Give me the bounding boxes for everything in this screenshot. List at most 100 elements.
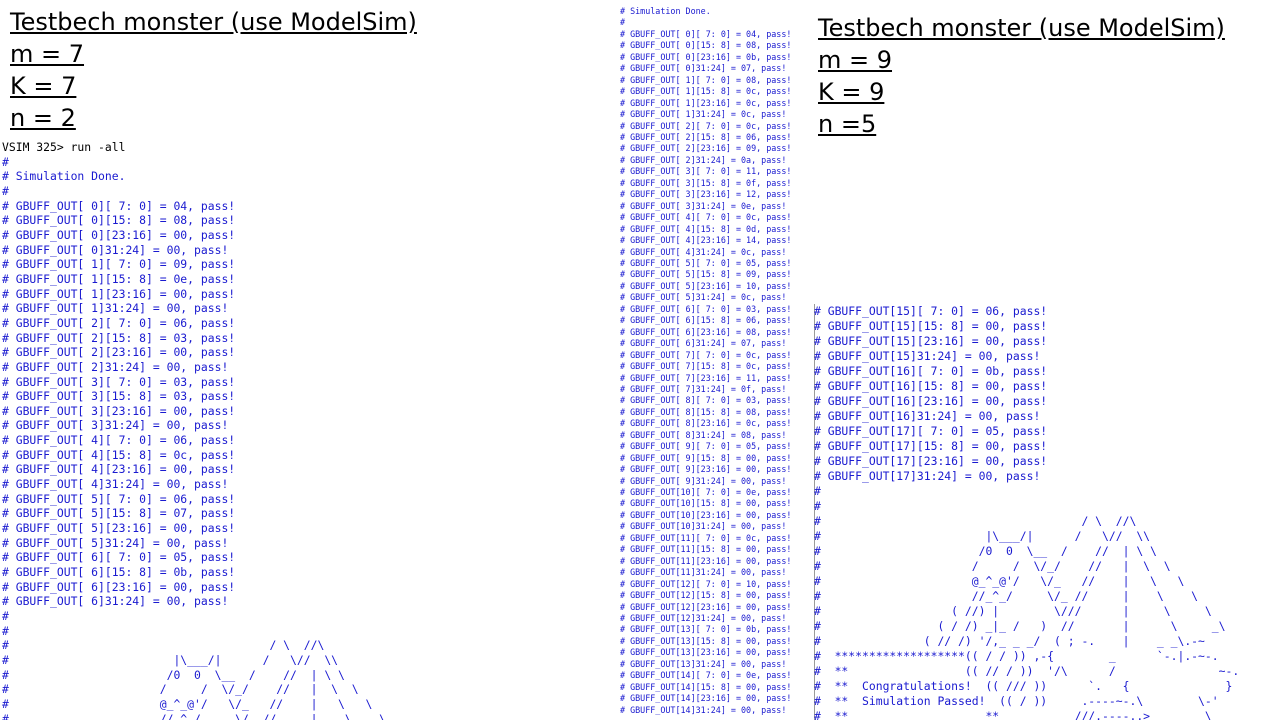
log-line: # GBUFF_OUT[ 9][ 7: 0] = 05, pass! xyxy=(620,441,792,452)
log-line: # GBUFF_OUT[ 1][23:16] = 0c, pass! xyxy=(620,97,792,108)
log-line: # GBUFF_OUT[ 4][15: 8] = 0c, pass! xyxy=(2,447,236,462)
log-line: # GBUFF_OUT[ 1][ 7: 0] = 09, pass! xyxy=(2,257,236,272)
log-line: # GBUFF_OUT[ 2][ 7: 0] = 06, pass! xyxy=(2,315,236,330)
left-testbench-panel: Testbech monster (use ModelSim) m = 7 K … xyxy=(0,0,612,720)
log-line: # GBUFF_OUT[ 3][23:16] = 00, pass! xyxy=(2,403,236,418)
log-line: # GBUFF_OUT[ 0][15: 8] = 08, pass! xyxy=(2,213,236,228)
log-line: # GBUFF_OUT[ 5][23:16] = 10, pass! xyxy=(620,280,792,291)
log-line: # GBUFF_OUT[ 3]31:24] = 0e, pass! xyxy=(620,200,787,211)
log-line: # GBUFF_OUT[12][15: 8] = 00, pass! xyxy=(620,590,792,601)
log-line: # GBUFF_OUT[ 0]31:24] = 07, pass! xyxy=(620,63,787,74)
log-line: # GBUFF_OUT[ 5][ 7: 0] = 06, pass! xyxy=(2,491,236,506)
log-line: # GBUFF_OUT[ 2][23:16] = 09, pass! xyxy=(620,143,792,154)
log-line: # GBUFF_OUT[14][ 7: 0] = 0e, pass! xyxy=(620,670,792,681)
log-line: # GBUFF_OUT[ 4][ 7: 0] = 0c, pass! xyxy=(620,212,792,223)
log-line: # GBUFF_OUT[ 7][23:16] = 11, pass! xyxy=(620,372,792,383)
log-line: # GBUFF_OUT[16][15: 8] = 00, pass! xyxy=(814,379,1048,393)
log-line: # GBUFF_OUT[ 8][ 7: 0] = 03, pass! xyxy=(620,395,792,406)
log-line: # GBUFF_OUT[11][15: 8] = 00, pass! xyxy=(620,544,792,555)
vsim-prompt-line: VSIM 325> run -all xyxy=(2,140,126,154)
log-line: # GBUFF_OUT[ 1]31:24] = 0c, pass! xyxy=(620,109,787,120)
middle-transcript-panel: # Simulation Done. # # GBUFF_OUT[ 0][ 7: 0… xyxy=(618,0,814,720)
log-line: # GBUFF_OUT[ 0][ 7: 0] = 04, pass! xyxy=(620,28,792,39)
log-line: # GBUFF_OUT[ 6]31:24] = 07, pass! xyxy=(620,338,787,349)
log-line: # GBUFF_OUT[14]31:24] = 00, pass! xyxy=(620,704,787,715)
log-line: # //_^_/ \/_ // | \ \ xyxy=(2,711,387,720)
log-line: # GBUFF_OUT[13][15: 8] = 00, pass! xyxy=(620,635,792,646)
log-line: # GBUFF_OUT[15][ 7: 0] = 06, pass! xyxy=(814,304,1048,318)
log-line: # GBUFF_OUT[ 2]31:24] = 00, pass! xyxy=(2,359,229,374)
log-line: # / \ //\ xyxy=(814,514,1137,528)
log-line: # GBUFF_OUT[ 0][ 7: 0] = 04, pass! xyxy=(2,198,236,213)
right-param-m: m = 9 xyxy=(818,46,893,74)
log-line: # GBUFF_OUT[17][15: 8] = 00, pass! xyxy=(814,439,1048,453)
right-transcript-log: # GBUFF_OUT[15][ 7: 0] = 06, pass! # GBUF… xyxy=(814,304,1239,720)
left-title: Testbech monster (use ModelSim) xyxy=(10,8,417,36)
left-transcript-log: VSIM 325> run -all # # Simulation Done. # # … xyxy=(2,140,386,720)
log-line: # GBUFF_OUT[ 9]31:24] = 00, pass! xyxy=(620,475,787,486)
log-line: # GBUFF_OUT[ 0][15: 8] = 08, pass! xyxy=(620,40,792,51)
log-line: # GBUFF_OUT[ 4][15: 8] = 0d, pass! xyxy=(620,223,792,234)
log-line: # GBUFF_OUT[ 4][23:16] = 14, pass! xyxy=(620,235,792,246)
log-line: # / \ //\ xyxy=(2,638,325,653)
log-line: # GBUFF_OUT[15][15: 8] = 00, pass! xyxy=(814,319,1048,333)
log-line: # GBUFF_OUT[ 6][ 7: 0] = 05, pass! xyxy=(2,550,236,565)
log-line: # GBUFF_OUT[ 6][15: 8] = 0b, pass! xyxy=(2,565,236,580)
log-line: # GBUFF_OUT[ 3][ 7: 0] = 11, pass! xyxy=(620,166,792,177)
right-param-n: n =5 xyxy=(818,110,877,138)
log-line: # GBUFF_OUT[ 7][ 7: 0] = 0c, pass! xyxy=(620,349,792,360)
log-line: # |\___/| / \// \\ xyxy=(814,529,1151,543)
log-line: # ( / /) _|_ / ) // | \ _\ xyxy=(814,619,1226,633)
log-line: # GBUFF_OUT[14][23:16] = 00, pass! xyxy=(620,693,792,704)
log-line: # /0 0 \__ / // | \ \ xyxy=(814,544,1157,558)
log-line: # GBUFF_OUT[ 5][23:16] = 00, pass! xyxy=(2,521,236,536)
log-line: # GBUFF_OUT[ 0][23:16] = 0b, pass! xyxy=(620,51,792,62)
log-line: # ** (( // / )) '/\ / ~-. xyxy=(814,664,1240,678)
log-line: # GBUFF_OUT[ 2][ 7: 0] = 0c, pass! xyxy=(620,120,792,131)
log-line: # GBUFF_OUT[ 3][ 7: 0] = 03, pass! xyxy=(2,374,236,389)
log-line: # GBUFF_OUT[ 7]31:24] = 0f, pass! xyxy=(620,383,787,394)
log-line: # GBUFF_OUT[ 7][15: 8] = 0c, pass! xyxy=(620,361,792,372)
log-line: # Simulation Done. xyxy=(2,169,126,184)
log-line: # GBUFF_OUT[17][ 7: 0] = 05, pass! xyxy=(814,424,1048,438)
log-line: # GBUFF_OUT[17][23:16] = 00, pass! xyxy=(814,454,1048,468)
log-line: # xyxy=(2,623,9,638)
log-line: # GBUFF_OUT[10][ 7: 0] = 0e, pass! xyxy=(620,487,792,498)
log-line: # GBUFF_OUT[ 5]31:24] = 00, pass! xyxy=(2,535,229,550)
log-line: # GBUFF_OUT[ 3][23:16] = 12, pass! xyxy=(620,189,792,200)
log-line: # GBUFF_OUT[ 9][15: 8] = 00, pass! xyxy=(620,452,792,463)
right-param-k: K = 9 xyxy=(818,78,885,106)
log-line: # ** Congratulations! (( /// )) `. { } xyxy=(814,679,1233,693)
log-line: # xyxy=(814,484,821,498)
left-param-m: m = 7 xyxy=(10,40,85,68)
log-line: # GBUFF_OUT[ 6]31:24] = 00, pass! xyxy=(2,594,229,609)
left-param-k: K = 7 xyxy=(10,72,77,100)
log-line: # GBUFF_OUT[ 0][23:16] = 00, pass! xyxy=(2,227,236,242)
log-line: # GBUFF_OUT[ 8]31:24] = 08, pass! xyxy=(620,429,787,440)
log-line: # xyxy=(2,609,9,623)
log-line: # GBUFF_OUT[13][23:16] = 00, pass! xyxy=(620,647,792,658)
log-line: # ** Simulation Passed! (( / )) .----~-.… xyxy=(814,694,1219,708)
log-line: # GBUFF_OUT[ 0]31:24] = 00, pass! xyxy=(2,242,229,257)
log-line: # GBUFF_OUT[11]31:24] = 00, pass! xyxy=(620,567,787,578)
log-line: # @_^_@'/ \/_ // | \ \ xyxy=(2,696,373,711)
log-line: # GBUFF_OUT[12][23:16] = 00, pass! xyxy=(620,601,792,612)
log-line: # GBUFF_OUT[10][15: 8] = 00, pass! xyxy=(620,498,792,509)
log-line: # *******************(( / / )) ,-{ _ `-.… xyxy=(814,649,1219,663)
log-line: # ( //) | \/// | \ \ xyxy=(814,604,1212,618)
log-line: # GBUFF_OUT[ 1][15: 8] = 0c, pass! xyxy=(620,86,792,97)
log-line: # GBUFF_OUT[ 5]31:24] = 0c, pass! xyxy=(620,292,787,303)
log-line: # GBUFF_OUT[15][23:16] = 00, pass! xyxy=(814,334,1048,348)
log-line: # GBUFF_OUT[ 1][15: 8] = 0e, pass! xyxy=(2,271,236,286)
log-line: # GBUFF_OUT[ 5][ 7: 0] = 05, pass! xyxy=(620,257,792,268)
log-line: # ( // /) '/,_ _ _/ ( ; -. | _ _\.-~ xyxy=(814,634,1205,648)
log-line: # ** ** ///.----..> \ xyxy=(814,709,1212,720)
log-line: # GBUFF_OUT[ 1][23:16] = 00, pass! xyxy=(2,286,236,301)
log-line: # GBUFF_OUT[16][23:16] = 00, pass! xyxy=(814,394,1048,408)
log-line: # GBUFF_OUT[ 8][23:16] = 0c, pass! xyxy=(620,418,792,429)
left-param-n: n = 2 xyxy=(10,104,76,132)
log-line: # GBUFF_OUT[ 4]31:24] = 00, pass! xyxy=(2,477,229,492)
right-testbench-panel: Testbech monster (use ModelSim) m = 9 K … xyxy=(814,0,1280,720)
log-line: # / / \/_/ // | \ \ xyxy=(2,682,359,697)
log-line: # GBUFF_OUT[13][ 7: 0] = 0b, pass! xyxy=(620,624,792,635)
